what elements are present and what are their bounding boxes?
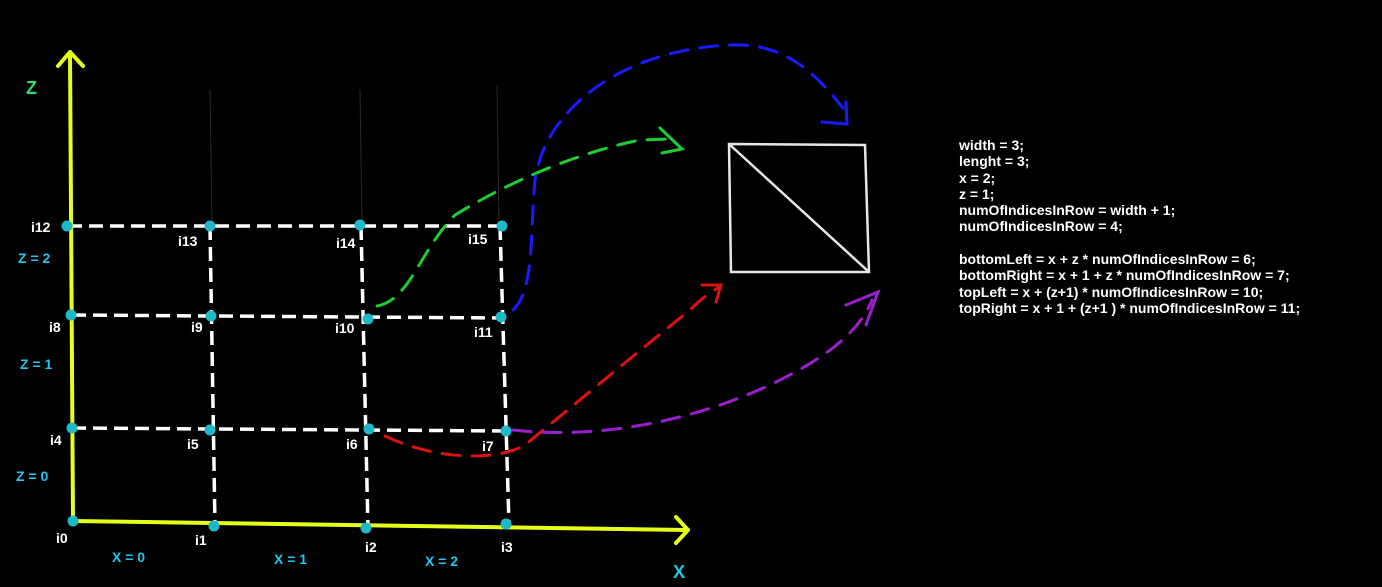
grid-line-x2 [359,225,370,529]
code-line: topLeft = x + (z+1) * numOfIndicesInRow … [959,283,1264,300]
blue-arrowhead [820,100,849,126]
vertex-label: i2 [365,539,377,555]
vertex-dot [204,424,216,436]
grid-line-z1 [71,426,509,433]
vertex-label: i5 [187,436,199,452]
code-line: x = 2; [959,169,996,186]
code-line: bottomRight = x + 1 + z * numOfIndicesIn… [959,267,1290,284]
grid-line-z2 [71,313,504,320]
vertex-label: i14 [336,235,356,251]
axes [56,50,690,545]
column-label-x0: X = 0 [112,549,145,565]
vertex-dots [61,219,512,534]
quad-diagonal [728,143,870,273]
vertex-dot [500,425,512,437]
z-axis [68,50,75,523]
code-line: z = 1; [959,185,995,202]
code-line: width = 3; [959,137,1024,153]
vertex-label: i7 [482,438,494,454]
vertex-label: i4 [50,432,62,448]
code-line: numOfIndicesInRow = 4; [959,218,1123,235]
code-line: topRight = x + 1 + (z+1 ) * numOfIndices… [959,299,1301,316]
vertex-dot [205,310,217,322]
purple-arrow [511,298,874,435]
code-line: numOfIndicesInRow = width + 1; [959,202,1176,219]
green-arrow [375,137,670,308]
quad-illustration [727,142,871,274]
vertex-label: i13 [178,233,198,249]
vertex-dot [500,518,512,530]
vertex-dot [354,219,366,231]
vertex-dot [360,522,372,534]
vertex-dot [496,220,508,232]
column-label-x2: X = 2 [425,553,458,569]
vertex-dot [362,313,374,325]
x-axis [71,519,690,532]
vertex-label: i12 [31,219,51,235]
vertex-label: i11 [474,324,493,340]
row-label-z1: Z = 1 [20,356,53,372]
vertex-dot [61,220,73,232]
vertex-labels: i0 i1 i2 i3 i4 i5 i6 i7 i8 i9 i10 i11 i12 i13 i14 i15 [31,219,513,555]
grid-line-x1 [208,225,217,527]
z-axis-label: Z [26,78,37,98]
index-formula-text: width = 3; lenght = 3; x = 2; z = 1; num… [959,137,1300,316]
vertex-label: i8 [49,319,61,335]
vertex-dot [66,422,78,434]
column-label-x1: X = 1 [274,551,307,567]
code-line: bottomLeft = x + z * numOfIndicesInRow =… [959,251,1256,268]
mapping-arrows [375,43,881,458]
grid-line-x3 [498,225,511,526]
vertex-label: i6 [346,436,358,452]
vertex-dot [208,520,220,532]
vertex-dot [363,423,375,435]
vertex-label: i9 [191,319,203,335]
vertex-label: i15 [468,231,488,247]
row-label-z2: Z = 2 [18,250,51,266]
blue-arrow [511,43,845,312]
vertex-label: i1 [195,532,207,548]
vertex-dot [495,311,507,323]
vertex-label: i0 [56,530,68,546]
faint-guides [209,84,500,226]
vertex-dot [204,220,216,232]
row-label-z0: Z = 0 [16,468,49,484]
vertex-label: i10 [335,320,355,336]
vertex-dot [65,309,77,321]
vertex-label: i3 [501,539,513,555]
vertex-dot [67,515,79,527]
dashed-grid [68,224,511,529]
x-axis-label: X [673,562,685,582]
code-line: lenght = 3; [959,153,1030,170]
